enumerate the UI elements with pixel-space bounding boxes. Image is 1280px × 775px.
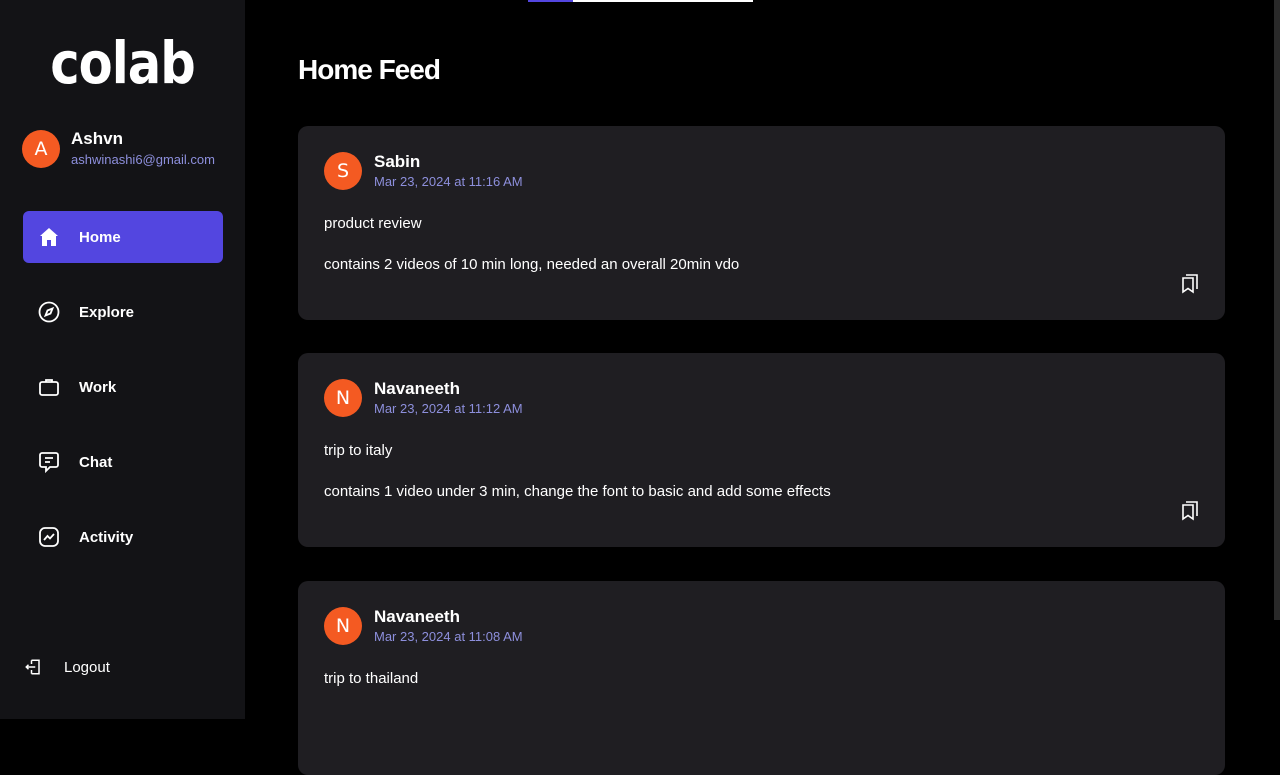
page-title: Home Feed xyxy=(298,54,441,85)
avatar: S xyxy=(324,152,362,190)
post-title: trip to italy xyxy=(324,442,393,459)
bookmark-icon[interactable] xyxy=(1181,274,1199,294)
avatar: N xyxy=(324,379,362,417)
post-date: Mar 23, 2024 at 11:12 AM xyxy=(374,401,523,416)
post-date: Mar 23, 2024 at 11:16 AM xyxy=(374,174,523,189)
sidebar-item-home[interactable]: Home xyxy=(23,211,223,263)
chat-icon xyxy=(39,452,59,474)
scrollbar[interactable] xyxy=(1274,0,1280,620)
post-title: product review xyxy=(324,215,422,232)
user-email: ashwinashi6@gmail.com xyxy=(71,152,215,167)
user-profile[interactable]: A Ashvn ashwinashi6@gmail.com xyxy=(22,129,215,168)
post-card[interactable]: S Sabin Mar 23, 2024 at 11:16 AM product… xyxy=(298,126,1225,320)
home-icon xyxy=(40,228,58,246)
activity-icon xyxy=(39,527,59,547)
post-author[interactable]: Navaneeth xyxy=(374,607,523,627)
avatar: A xyxy=(22,129,60,168)
sidebar-item-chat[interactable]: Chat xyxy=(23,436,223,488)
logout-button[interactable]: Logout xyxy=(24,658,110,676)
post-card[interactable]: N Navaneeth Mar 23, 2024 at 11:12 AM tri… xyxy=(298,353,1225,547)
sidebar-item-work[interactable]: Work xyxy=(23,361,223,413)
post-date: Mar 23, 2024 at 11:08 AM xyxy=(374,629,523,644)
bookmark-icon[interactable] xyxy=(1181,501,1199,521)
sidebar-item-explore[interactable]: Explore xyxy=(23,286,223,338)
sidebar-item-label: Explore xyxy=(79,303,135,321)
app-logo[interactable]: colab xyxy=(6,28,239,98)
sidebar-item-label: Work xyxy=(79,378,117,396)
user-name: Ashvn xyxy=(71,129,123,148)
logout-icon xyxy=(25,659,40,675)
post-author[interactable]: Navaneeth xyxy=(374,379,523,399)
avatar: N xyxy=(324,607,362,645)
post-title: trip to thailand xyxy=(324,670,419,687)
post-description: contains 1 video under 3 min, change the… xyxy=(324,483,831,500)
briefcase-icon xyxy=(39,379,59,396)
compass-icon xyxy=(38,301,60,323)
sidebar-item-activity[interactable]: Activity xyxy=(23,511,223,563)
post-card[interactable]: N Navaneeth Mar 23, 2024 at 11:08 AM tri… xyxy=(298,581,1225,775)
top-indicator-accent xyxy=(528,0,573,2)
post-author[interactable]: Sabin xyxy=(374,152,523,172)
logout-label: Logout xyxy=(64,658,110,676)
sidebar-item-label: Home xyxy=(79,228,121,246)
sidebar-item-label: Activity xyxy=(79,528,134,546)
sidebar: colab A Ashvn ashwinashi6@gmail.com Home… xyxy=(0,0,245,719)
sidebar-item-label: Chat xyxy=(79,453,113,471)
post-description: contains 2 videos of 10 min long, needed… xyxy=(324,256,740,273)
